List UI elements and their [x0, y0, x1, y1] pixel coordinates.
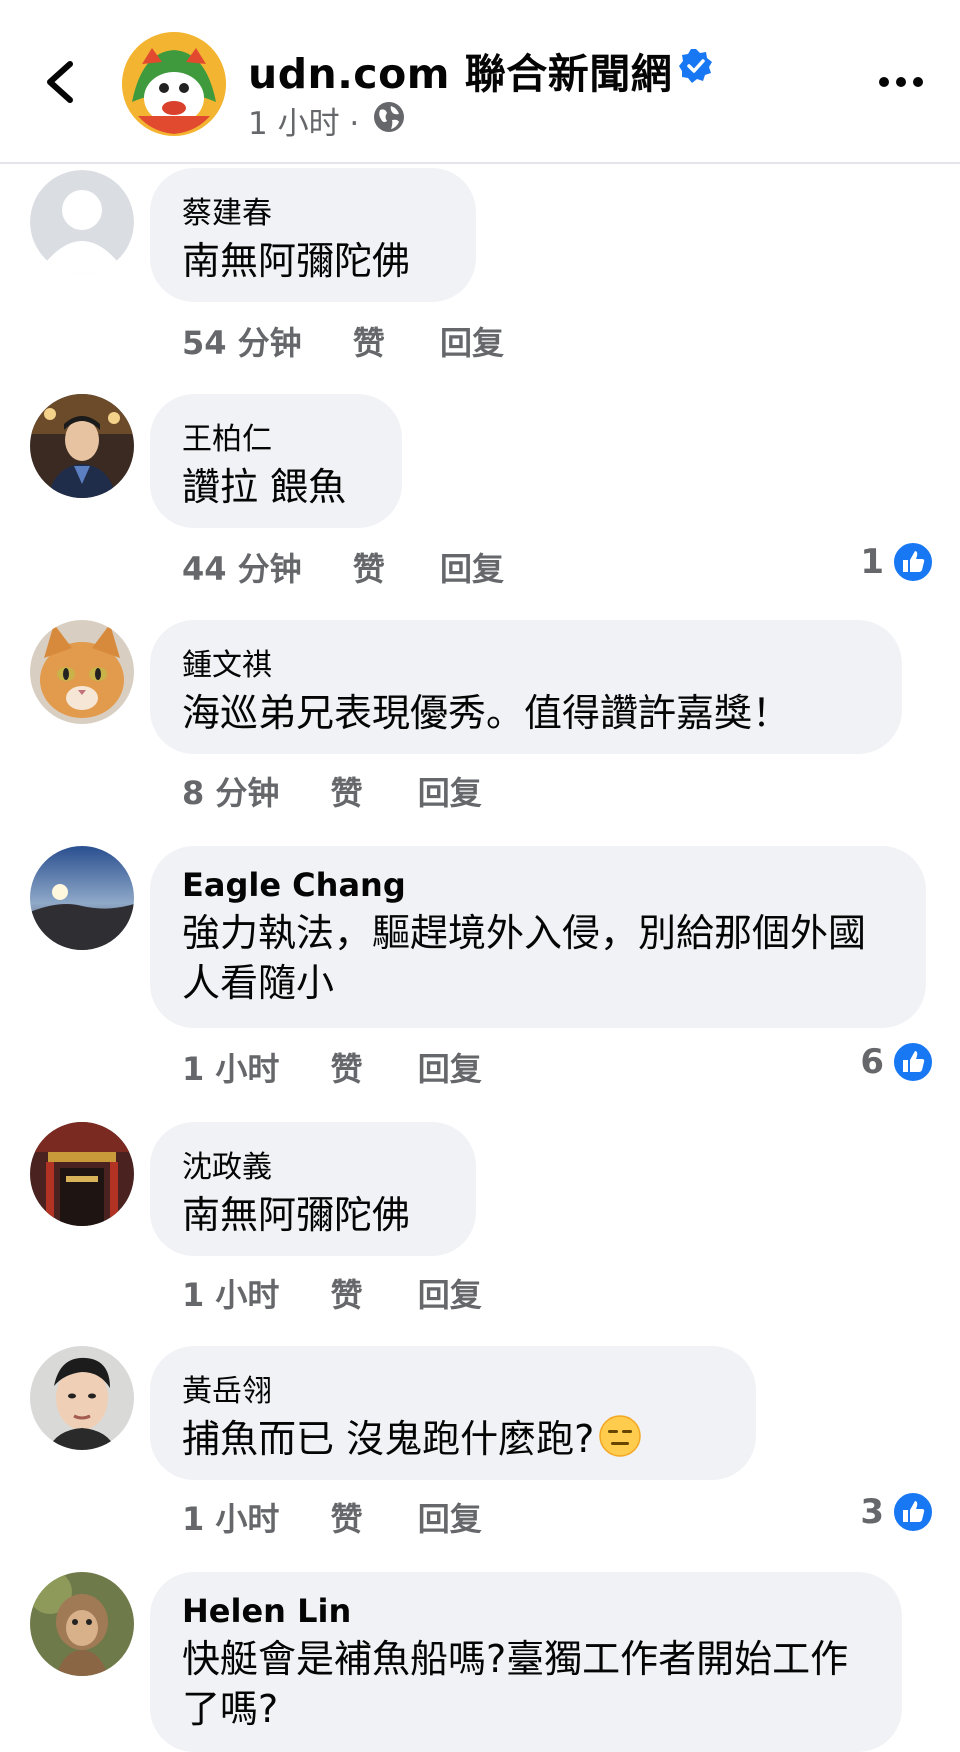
reply-button[interactable]: 回复 [418, 1494, 482, 1540]
like-button[interactable]: 赞 [331, 1270, 363, 1316]
comment-text: 讚拉 餵魚 [182, 465, 347, 509]
comment-author[interactable]: 沈政義 [182, 1142, 444, 1186]
comment-bubble: 黃岳翎 捕魚而已 沒鬼跑什麼跑? [150, 1346, 756, 1480]
comment-author[interactable]: Helen Lin [182, 1592, 870, 1630]
comment-bubble: Helen Lin 快艇會是補魚船嗎?臺獨工作者開始工作了嗎? [150, 1572, 902, 1752]
comment-text: 快艇會是補魚船嗎?臺獨工作者開始工作了嗎? [182, 1637, 849, 1731]
comment-actions: 1 小时 赞 回复 [182, 1270, 482, 1314]
comment-bubble: 鍾文祺 海巡弟兄表現優秀。值得讚許嘉獎！ [150, 620, 902, 754]
comment-bubble: 王柏仁 讚拉 餵魚 [150, 394, 402, 528]
comment-text: 捕魚而已 沒鬼跑什麼跑? [182, 1414, 724, 1464]
comment-bubble: 蔡建春 南無阿彌陀佛 [150, 168, 476, 302]
avatar[interactable] [30, 1346, 134, 1450]
like-button[interactable]: 赞 [331, 768, 363, 814]
post-timestamp: 1 小时 · [248, 106, 360, 142]
avatar[interactable] [30, 170, 134, 274]
comment-author[interactable]: 黃岳翎 [182, 1366, 724, 1410]
reply-button[interactable]: 回复 [418, 768, 482, 814]
comment-bubble: 沈政義 南無阿彌陀佛 [150, 1122, 476, 1256]
reaction-count-text: 1 [860, 542, 884, 582]
comment-actions: 1 小时 赞 回复 [182, 1494, 482, 1538]
reply-button[interactable]: 回复 [418, 1044, 482, 1090]
reaction-count[interactable]: 3 [860, 1490, 934, 1534]
reply-button[interactable]: 回复 [418, 1270, 482, 1316]
like-reaction-icon [892, 541, 934, 583]
like-button[interactable]: 赞 [331, 1044, 363, 1090]
like-reaction-icon [892, 1041, 934, 1083]
comment-time: 1 小时 [182, 1050, 280, 1088]
like-reaction-icon [892, 1491, 934, 1533]
avatar[interactable] [30, 620, 134, 724]
comment-author[interactable]: 鍾文祺 [182, 640, 870, 684]
back-arrow-icon[interactable] [40, 58, 80, 106]
comment-text: 南無阿彌陀佛 [182, 239, 411, 283]
avatar[interactable] [30, 1122, 134, 1226]
comment-time: 8 分钟 [182, 774, 280, 812]
reaction-count[interactable]: 6 [860, 1040, 934, 1084]
comment-time: 44 分钟 [182, 550, 302, 588]
comment-text: 海巡弟兄表現優秀。值得讚許嘉獎！ [182, 691, 791, 735]
comment-author[interactable]: 蔡建春 [182, 188, 444, 232]
comment-actions: 1 小时 赞 回复 [182, 1044, 482, 1088]
page-avatar[interactable] [122, 32, 226, 136]
comment-author[interactable]: 王柏仁 [182, 414, 370, 458]
comment-time: 54 分钟 [182, 324, 302, 362]
expressionless-face-emoji-icon [599, 1415, 641, 1457]
comment-actions: 8 分钟 赞 回复 [182, 768, 482, 812]
reply-button[interactable]: 回复 [440, 318, 504, 364]
avatar[interactable] [30, 846, 134, 950]
comment-time: 1 小时 [182, 1500, 280, 1538]
more-options-icon[interactable] [876, 72, 926, 92]
comment-actions: 54 分钟 赞 回复 [182, 318, 504, 362]
globe-icon [374, 102, 404, 132]
comment-text-body: 捕魚而已 沒鬼跑什麼跑? [182, 1417, 595, 1461]
comment-text: 強力執法，驅趕境外入侵，別給那個外國人看隨小 [182, 911, 867, 1005]
like-button[interactable]: 赞 [353, 318, 385, 364]
comment-author[interactable]: Eagle Chang [182, 866, 894, 904]
comment-bubble: Eagle Chang 強力執法，驅趕境外入侵，別給那個外國人看隨小 [150, 846, 926, 1028]
comment-text: 南無阿彌陀佛 [182, 1193, 411, 1237]
like-button[interactable]: 赞 [331, 1494, 363, 1540]
reaction-count[interactable]: 1 [860, 540, 934, 584]
reaction-count-text: 3 [860, 1492, 884, 1532]
comment-actions: 44 分钟 赞 回复 [182, 544, 504, 588]
comment-time: 1 小时 [182, 1276, 280, 1314]
post-header: udn.com 聯合新聞網 1 小时 · [0, 0, 960, 164]
reply-button[interactable]: 回复 [440, 544, 504, 590]
like-button[interactable]: 赞 [353, 544, 385, 590]
avatar[interactable] [30, 394, 134, 498]
reaction-count-text: 6 [860, 1042, 884, 1082]
verified-badge-icon [679, 49, 712, 83]
page-name[interactable]: udn.com 聯合新聞網 [248, 40, 672, 100]
avatar[interactable] [30, 1572, 134, 1676]
